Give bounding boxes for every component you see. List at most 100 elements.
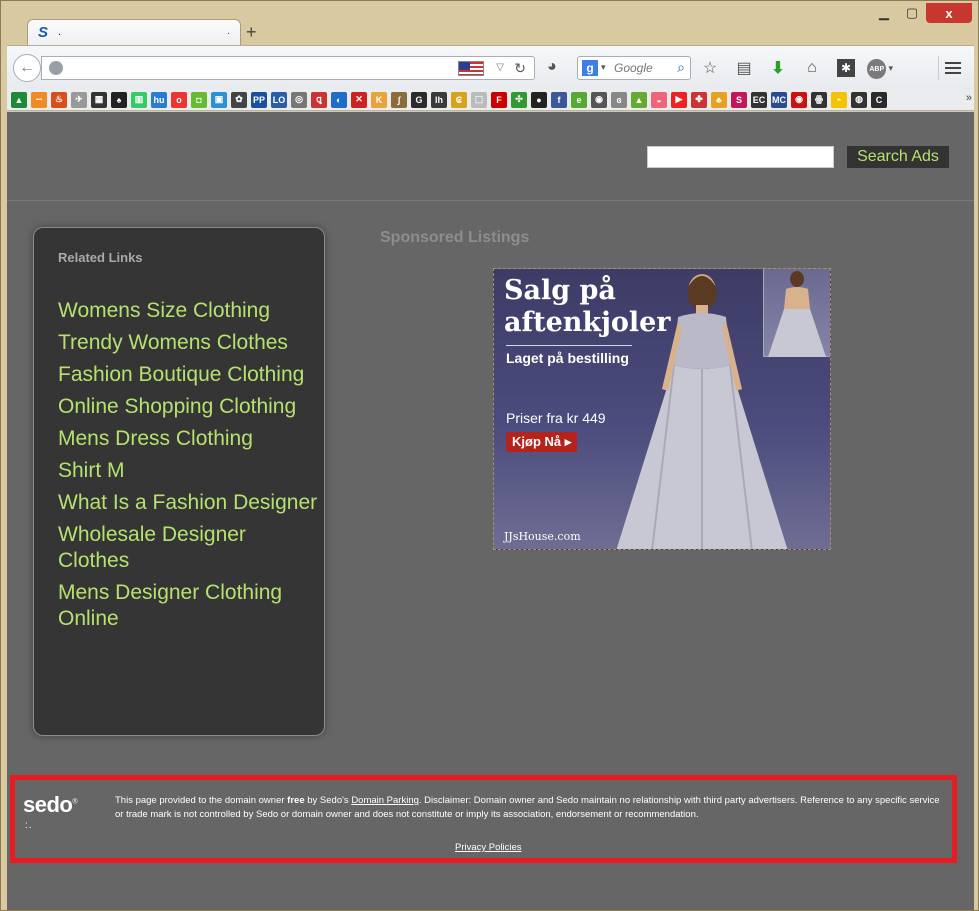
navigation-toolbar: ← ▽ ↻ ◕ g ▾ Google ⌕ ☆ ▤ ⬇ ⌂ ✱ ABP ▾ <box>7 45 974 89</box>
bookmark-icon[interactable]: ▥ <box>131 91 147 108</box>
ad-brand-logo: JJsHouse.com <box>504 530 581 543</box>
us-flag-icon <box>458 61 484 76</box>
browser-window: ▁ ▢ x S . . + ← ▽ ↻ ◕ g ▾ Google ⌕ ☆ ▤ ⬇ <box>0 0 979 911</box>
bookmark-icon[interactable]: ₢ <box>451 91 467 108</box>
bookmark-icon[interactable]: EC <box>751 91 767 108</box>
related-link[interactable]: Wholesale Designer Clothes <box>58 522 318 574</box>
bookmark-icon[interactable]: ∫ <box>391 91 407 108</box>
bookmark-icon[interactable]: ▲ <box>11 91 27 108</box>
footer-text: by Sedo's <box>304 795 352 806</box>
bookmark-icon[interactable]: K <box>371 91 387 108</box>
sponsored-listings-title: Sponsored Listings <box>380 229 530 246</box>
related-link[interactable]: Mens Designer Clothing Online <box>58 580 318 632</box>
bookmark-icon[interactable]: LO <box>271 91 287 108</box>
bookmark-icon[interactable]: ♠ <box>111 91 127 108</box>
related-link[interactable]: Shirt M <box>58 458 318 484</box>
chevron-right-icon[interactable]: » <box>966 92 972 104</box>
bookmark-icon[interactable]: ▣ <box>211 91 227 108</box>
privacy-policies-link[interactable]: Privacy Policies <box>455 842 522 853</box>
ad-headline: Salg på aftenkjoler <box>504 275 671 338</box>
ad-buy-button[interactable]: Kjøp Nå ▸ <box>506 432 578 452</box>
bookmark-icon[interactable]: ✿ <box>231 91 247 108</box>
domain-parking-link[interactable]: Domain Parking <box>351 795 419 806</box>
bookmark-icon[interactable]: ◐ <box>331 91 347 108</box>
bookmarks-toolbar: ▲ ∽ ♨ ✈ ▦ ♠ ▥ hu o ◘ ▣ ✿ PP LO ◎ ꝗ ◐ ✕ K… <box>7 89 974 111</box>
globe-icon <box>49 61 63 75</box>
new-tab-button[interactable]: + <box>246 22 257 43</box>
hamburger-menu-icon[interactable] <box>938 56 966 80</box>
bookmark-icon[interactable]: ✤ <box>691 91 707 108</box>
bookmark-icon[interactable]: ∽ <box>31 91 47 108</box>
bookmark-icon[interactable]: ⬚ <box>471 91 487 108</box>
bookmark-icon[interactable]: F <box>491 91 507 108</box>
bookmark-icon[interactable]: ● <box>531 91 547 108</box>
bookmark-icon[interactable]: ɞ <box>611 91 627 108</box>
adblock-plus-button[interactable]: ABP ▾ <box>867 56 893 80</box>
bookmark-icon[interactable]: ◉ <box>791 91 807 108</box>
engine-dropdown-icon[interactable]: ▾ <box>601 62 606 73</box>
search-engine-box[interactable]: g ▾ Google ⌕ <box>577 56 691 80</box>
bookmark-icon[interactable]: e <box>571 91 587 108</box>
browser-tab[interactable]: S . . <box>27 19 241 45</box>
ad-divider <box>506 345 632 346</box>
bookmark-icon[interactable]: MC <box>771 91 787 108</box>
bookmark-icon[interactable]: C <box>871 91 887 108</box>
related-link[interactable]: Womens Size Clothing <box>58 298 318 324</box>
search-ads-button[interactable]: Search Ads <box>847 146 949 168</box>
search-icon[interactable]: ⌕ <box>677 59 685 76</box>
tab-title: . <box>58 26 62 38</box>
sedo-favicon-icon: S <box>38 24 49 41</box>
bookmark-icon[interactable]: ◎ <box>291 91 307 108</box>
related-links-title: Related Links <box>58 250 143 265</box>
bookmark-icon[interactable]: ♣ <box>711 91 727 108</box>
related-link[interactable]: Online Shopping Clothing <box>58 394 318 420</box>
bookmark-icon[interactable]: ◍ <box>851 91 867 108</box>
address-bar[interactable]: ▽ ↻ <box>41 56 535 80</box>
bookmark-icon[interactable]: ✈ <box>71 91 87 108</box>
related-link[interactable]: Trendy Womens Clothes <box>58 330 318 356</box>
bookmark-icon[interactable]: ▲ <box>631 91 647 108</box>
bookmark-icon[interactable]: PP <box>251 91 267 108</box>
web-page: Search Ads Related Links Womens Size Clo… <box>7 112 974 910</box>
related-link[interactable]: Fashion Boutique Clothing <box>58 362 318 388</box>
bookmark-icon[interactable]: ▦ <box>91 91 107 108</box>
bookmark-icon[interactable]: G <box>411 91 427 108</box>
footer-text: This page provided to the domain owner <box>115 795 288 806</box>
bookmark-icon[interactable]: ✣ <box>511 91 527 108</box>
bookmark-icon[interactable]: ꝗ <box>311 91 327 108</box>
bookmark-icon[interactable]: f <box>551 91 567 108</box>
bookmark-icon[interactable]: o <box>171 91 187 108</box>
tab-bar: S . . + <box>9 19 969 45</box>
related-link[interactable]: Mens Dress Clothing <box>58 426 318 452</box>
bookmark-icon[interactable]: ✕ <box>351 91 367 108</box>
bookmark-icon[interactable]: hu <box>151 91 167 108</box>
sedo-logo[interactable]: sedo® <box>23 792 77 818</box>
chevron-down-icon[interactable]: ▽ <box>496 62 504 73</box>
screenshot-icon[interactable]: ◕ <box>547 58 557 76</box>
adblock-icon: ABP <box>867 59 887 79</box>
bookmark-star-icon[interactable]: ☆ <box>697 56 723 80</box>
download-icon[interactable]: ⬇ <box>765 56 791 80</box>
ad-price: Priser fra kr 449 <box>506 410 606 426</box>
bookmark-icon[interactable]: S <box>731 91 747 108</box>
bookmark-icon[interactable]: ♨ <box>51 91 67 108</box>
addon-icon[interactable]: ✱ <box>837 59 855 77</box>
bookmark-icon[interactable]: ◓ <box>831 91 847 108</box>
bookmark-icon[interactable]: ꙮ <box>811 91 827 108</box>
google-icon[interactable]: g <box>582 60 598 76</box>
bookmark-icon[interactable]: ◘ <box>191 91 207 108</box>
reading-list-icon[interactable]: ▤ <box>731 56 757 80</box>
tab-close-icon[interactable]: . <box>227 25 230 37</box>
bookmark-icon[interactable]: ▶ <box>671 91 687 108</box>
bookmark-icon[interactable]: ◉ <box>591 91 607 108</box>
ad-banner[interactable]: Salg på aftenkjoler Laget på bestilling … <box>493 268 831 550</box>
toolbar-icons: ☆ ▤ ⬇ ⌂ ✱ ABP ▾ <box>697 56 893 80</box>
home-icon[interactable]: ⌂ <box>799 56 825 80</box>
reload-icon[interactable]: ↻ <box>514 60 526 77</box>
footer-free-text: free <box>287 795 305 806</box>
bookmark-icon[interactable]: ◒ <box>651 91 667 108</box>
bookmark-icon[interactable]: lh <box>431 91 447 108</box>
related-link[interactable]: What Is a Fashion Designer <box>58 490 318 516</box>
back-button[interactable]: ← <box>13 54 41 82</box>
search-ads-input[interactable] <box>647 146 834 168</box>
